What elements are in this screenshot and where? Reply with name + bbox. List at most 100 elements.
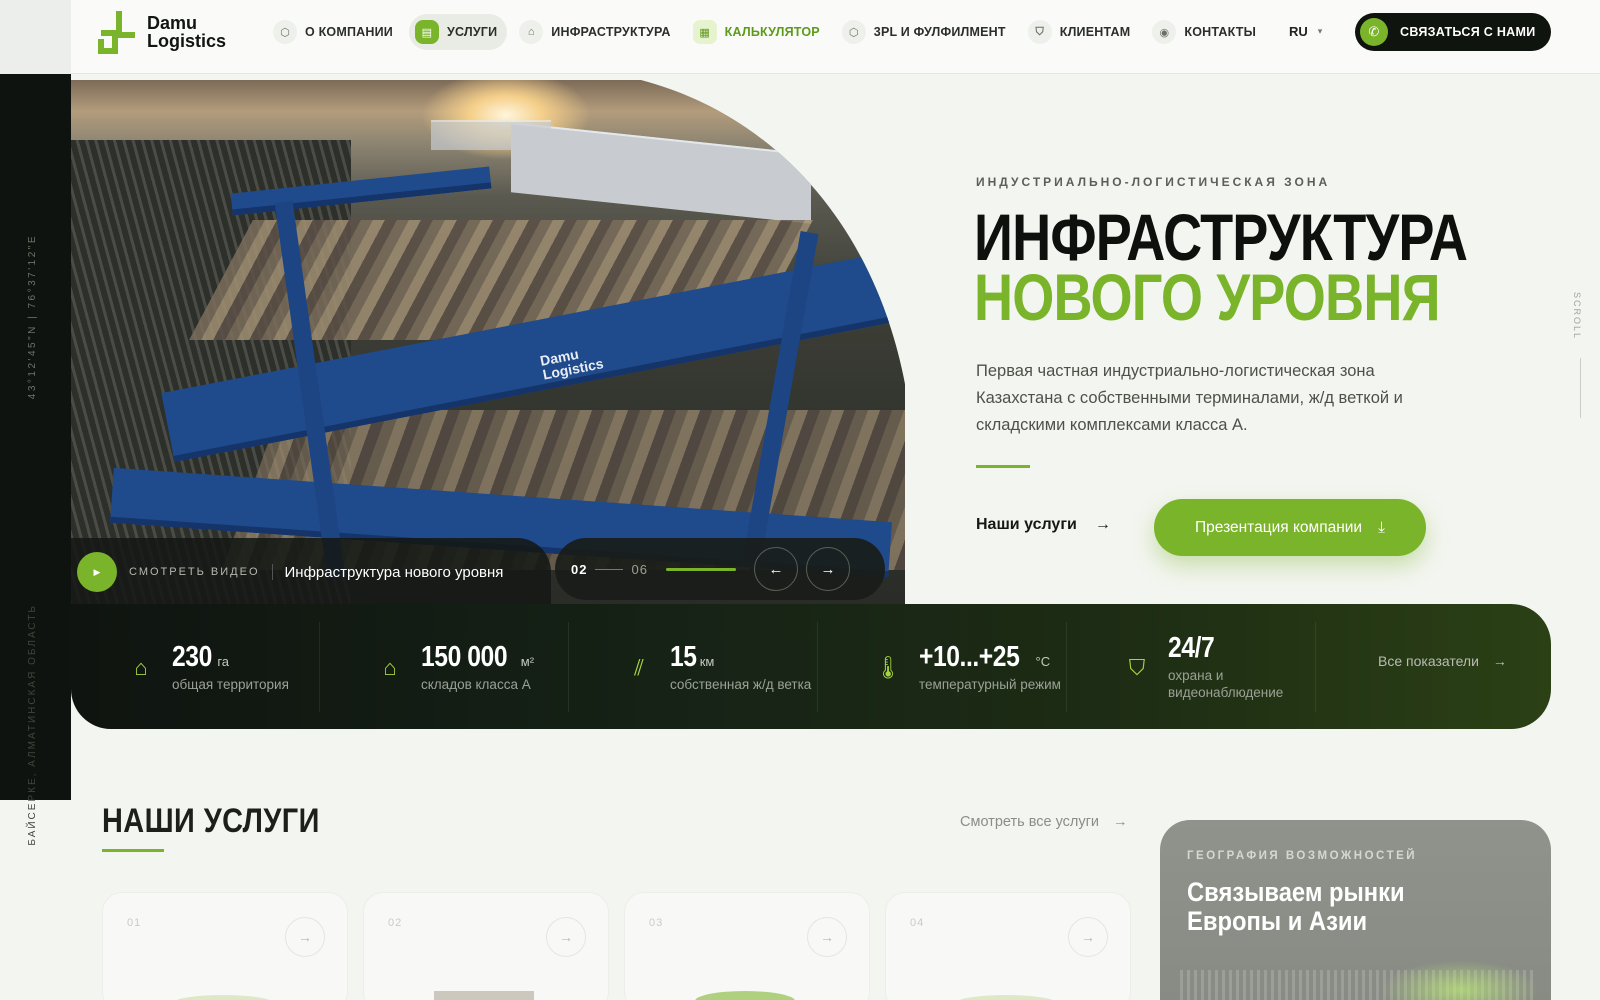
- card-image: [173, 995, 273, 1000]
- service-card[interactable]: 01 →: [102, 892, 348, 1000]
- stat-unit: м²: [520, 653, 535, 669]
- nav-item-calculator[interactable]: ▦ КАЛЬКУЛЯТОР: [687, 14, 830, 50]
- logo-text-line1: Damu: [147, 13, 198, 33]
- language-select[interactable]: RU ▾: [1289, 24, 1322, 39]
- stat-label: общая территория: [172, 676, 289, 692]
- services-rule: [102, 849, 164, 852]
- service-card[interactable]: 02 →: [363, 892, 609, 1000]
- nav-label: О КОМПАНИИ: [305, 25, 393, 39]
- nav-item-clients[interactable]: ⛉ КЛИЕНТАМ: [1022, 14, 1141, 50]
- our-services-link[interactable]: Наши услуги →: [976, 516, 1111, 534]
- home-icon: ⌂: [134, 654, 148, 680]
- arrow-right-icon: →: [820, 560, 836, 578]
- presentation-label: Презентация компании: [1195, 518, 1363, 536]
- nav-label: УСЛУГИ: [446, 25, 498, 39]
- nav-label: КАЛЬКУЛЯТОР: [724, 25, 820, 39]
- all-indicators-label: Все показатели: [1378, 653, 1479, 669]
- stat-unit: км: [699, 653, 715, 669]
- nav-item-services[interactable]: ▤ УСЛУГИ: [408, 14, 508, 50]
- coordinates: 43°12'45"N | 76°37'12"E: [27, 234, 38, 400]
- slide-progress-fill: [665, 567, 736, 571]
- nav-item-infrastructure[interactable]: ⌂ ИНФРАСТРУКТУРА: [513, 14, 680, 50]
- cube-icon: ⬡: [273, 20, 297, 44]
- stat-value: 24/7: [1168, 632, 1215, 664]
- presentation-button[interactable]: Презентация компании ⤓: [1154, 499, 1426, 556]
- arrow-right-icon[interactable]: →: [546, 917, 586, 957]
- video-title: Инфраструктура нового уровня: [284, 563, 504, 581]
- arrow-right-icon[interactable]: →: [807, 917, 847, 957]
- next-slide-button[interactable]: →: [805, 547, 850, 591]
- warehouse-icon: ⌂: [519, 20, 544, 44]
- all-indicators-link[interactable]: Все показатели →: [1378, 653, 1507, 669]
- hero-lead: Первая частная индустриально-логистическ…: [976, 362, 1403, 434]
- stat-territory: ⌂ 230 га общая территория: [71, 621, 320, 712]
- stat-label: охрана и видеонаблюдение: [1168, 668, 1284, 700]
- side-rail: 43°12'45"N | 76°37'12"E БАЙСЕРКЕ, АЛМАТИ…: [0, 74, 71, 846]
- arrow-left-icon: ←: [768, 560, 784, 578]
- prev-slide-button[interactable]: ←: [753, 547, 798, 591]
- nav-item-contacts[interactable]: ◉ КОНТАКТЫ: [1146, 14, 1266, 50]
- stat-label: температурный режим: [919, 676, 1061, 692]
- rail-icon: ⫽: [634, 654, 644, 680]
- nav-item-3pl[interactable]: ⬡ 3PL И ФУЛФИЛМЕНТ: [836, 14, 1016, 50]
- contact-button[interactable]: ✆ СВЯЗАТЬСЯ С НАМИ: [1355, 13, 1551, 51]
- arrow-right-icon[interactable]: →: [285, 917, 325, 957]
- play-icon[interactable]: ▶: [77, 552, 117, 592]
- hero-rule: [976, 465, 1030, 468]
- arrow-right-icon[interactable]: →: [1068, 917, 1108, 957]
- watch-video-label: СМОТРЕТЬ ВИДЕО: [129, 566, 260, 578]
- divider: [271, 564, 273, 580]
- arrow-right-icon: →: [1094, 516, 1111, 533]
- stat-value: +10...+25: [919, 640, 1020, 673]
- arrow-right-icon: →: [1113, 814, 1128, 830]
- card-image: [956, 995, 1056, 1000]
- hero-title-line1: ИНФРАСТРУКТУРА: [974, 200, 1468, 274]
- thermometer-icon: 🌡︎: [874, 654, 902, 680]
- stat-warehouses: ⌂ 150 000 м² складов класса А: [320, 621, 569, 712]
- site-header: Damu Logistics ⬡ О КОМПАНИИ ▤ УСЛУГИ ⌂ ИНФР…: [71, 0, 1600, 74]
- card-number: 02: [388, 917, 403, 929]
- card-image: [695, 991, 795, 1000]
- nav-item-about[interactable]: ⬡ О КОМПАНИИ: [267, 14, 403, 50]
- service-card[interactable]: 04 →: [885, 892, 1131, 1000]
- see-all-services-link[interactable]: Смотреть все услуги →: [960, 814, 1128, 830]
- logo[interactable]: Damu Logistics: [97, 9, 226, 55]
- stat-unit: °C: [1035, 653, 1051, 669]
- shield-check-icon: ⛉: [1128, 654, 1146, 680]
- chevron-down-icon: ▾: [1317, 26, 1323, 36]
- slide-total: 06: [631, 561, 648, 577]
- stat-security: ⛉ 24/7 охрана и видеонаблюдение: [1067, 621, 1316, 712]
- card-number: 04: [910, 917, 925, 929]
- video-bar[interactable]: ▶ СМОТРЕТЬ ВИДЕО Инфраструктура нового у…: [71, 538, 551, 606]
- services-title: НАШИ УСЛУГИ: [102, 802, 320, 840]
- geography-title: Связываем рынки Европы и Азии: [1187, 877, 1405, 936]
- scroll-line: [1580, 358, 1581, 418]
- stat-value: 150 000: [421, 640, 508, 673]
- logo-text-line2: Logistics: [147, 31, 227, 51]
- stat-unit: га: [217, 653, 230, 669]
- download-icon: ⤓: [1378, 518, 1385, 536]
- geography-card[interactable]: ГЕОГРАФИЯ ВОЗМОЖНОСТЕЙ Связываем рынки Е…: [1160, 820, 1551, 1000]
- main-nav: ⬡ О КОМПАНИИ ▤ УСЛУГИ ⌂ ИНФРАСТРУКТУРА ▦ КАЛ…: [267, 14, 1272, 50]
- box-icon: ⬡: [841, 20, 866, 44]
- header-corner: [0, 0, 71, 74]
- slide-progress: [665, 567, 736, 571]
- see-all-label: Смотреть все услуги: [960, 814, 1100, 830]
- warehouse-icon: ⌂: [383, 654, 397, 680]
- stat-value: 230: [172, 640, 212, 673]
- nav-label: ИНФРАСТРУКТУРА: [551, 25, 671, 39]
- logo-mark-icon: [98, 11, 135, 54]
- hero-image: Damu Logistics: [71, 80, 905, 605]
- card-number: 01: [127, 917, 142, 929]
- map-glow: [1380, 960, 1540, 1000]
- card-image: [434, 991, 534, 1000]
- hero-title-line2: НОВОГО УРОВНЯ: [974, 260, 1440, 334]
- stat-temperature: 🌡︎ +10...+25 °C температурный режим: [818, 621, 1067, 712]
- card-number: 03: [649, 917, 664, 929]
- pin-icon: ◉: [1152, 20, 1177, 44]
- truck-icon: ▤: [414, 20, 439, 44]
- our-services-label: Наши услуги: [976, 516, 1077, 533]
- stat-label: собственная ж/д ветка: [670, 676, 812, 692]
- service-card[interactable]: 03 →: [624, 892, 870, 1000]
- nav-label: 3PL И ФУЛФИЛМЕНТ: [873, 25, 1006, 39]
